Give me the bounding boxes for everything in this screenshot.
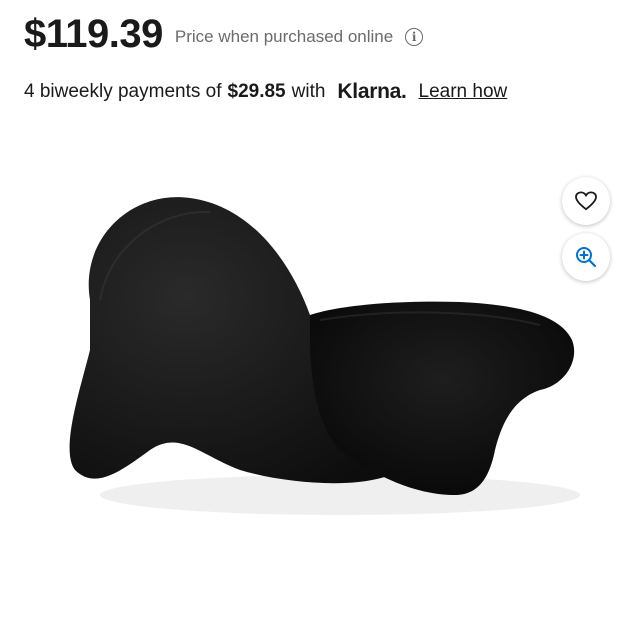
product-price: $119.39 (24, 12, 163, 56)
installment-prefix: 4 biweekly payments of (24, 81, 222, 102)
installment-amount: $29.85 (227, 81, 286, 102)
learn-how-link[interactable]: Learn how (419, 81, 508, 103)
info-icon[interactable]: i (405, 27, 424, 46)
zoom-button[interactable] (562, 233, 610, 281)
installment-row: 4 biweekly payments of $29.85 with Klarn… (24, 80, 507, 104)
chair-image (69, 197, 580, 515)
zoom-in-icon (576, 247, 597, 268)
installment-with: with (291, 81, 326, 102)
favorite-button[interactable] (562, 177, 610, 225)
klarna-logo: Klarna. (337, 80, 407, 103)
heart-icon (575, 191, 597, 211)
price-row: $119.39 Price when purchased online i (24, 12, 424, 57)
price-note: Price when purchased online (174, 26, 394, 46)
product-image[interactable] (40, 150, 620, 590)
